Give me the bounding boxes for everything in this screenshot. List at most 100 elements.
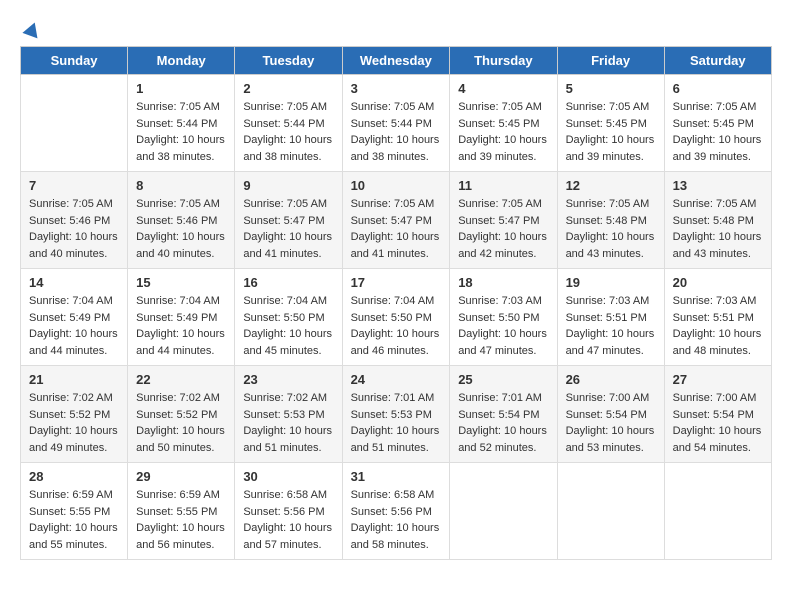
day-info: Sunrise: 7:04 AMSunset: 5:49 PMDaylight:… [136, 293, 226, 359]
day-number: 14 [29, 275, 119, 290]
day-number: 21 [29, 372, 119, 387]
calendar-cell: 16 Sunrise: 7:04 AMSunset: 5:50 PMDaylig… [235, 269, 342, 366]
day-number: 2 [243, 81, 333, 96]
day-number: 8 [136, 178, 226, 193]
calendar-cell: 31 Sunrise: 6:58 AMSunset: 5:56 PMDaylig… [342, 463, 450, 560]
day-number: 6 [673, 81, 763, 96]
calendar-cell: 9 Sunrise: 7:05 AMSunset: 5:47 PMDayligh… [235, 172, 342, 269]
day-info: Sunrise: 7:04 AMSunset: 5:50 PMDaylight:… [351, 293, 442, 359]
calendar-cell: 14 Sunrise: 7:04 AMSunset: 5:49 PMDaylig… [21, 269, 128, 366]
day-number: 20 [673, 275, 763, 290]
day-number: 19 [566, 275, 656, 290]
day-number: 30 [243, 469, 333, 484]
day-number: 22 [136, 372, 226, 387]
header [20, 20, 772, 36]
calendar-cell: 13 Sunrise: 7:05 AMSunset: 5:48 PMDaylig… [664, 172, 771, 269]
day-info: Sunrise: 7:05 AMSunset: 5:48 PMDaylight:… [566, 196, 656, 262]
day-info: Sunrise: 7:05 AMSunset: 5:46 PMDaylight:… [136, 196, 226, 262]
logo-arrow-icon [22, 20, 42, 40]
day-info: Sunrise: 7:03 AMSunset: 5:51 PMDaylight:… [673, 293, 763, 359]
week-row-4: 21 Sunrise: 7:02 AMSunset: 5:52 PMDaylig… [21, 366, 772, 463]
calendar-cell [557, 463, 664, 560]
day-info: Sunrise: 7:02 AMSunset: 5:52 PMDaylight:… [29, 390, 119, 456]
day-info: Sunrise: 7:05 AMSunset: 5:47 PMDaylight:… [351, 196, 442, 262]
calendar-cell: 6 Sunrise: 7:05 AMSunset: 5:45 PMDayligh… [664, 75, 771, 172]
day-info: Sunrise: 7:02 AMSunset: 5:53 PMDaylight:… [243, 390, 333, 456]
day-number: 9 [243, 178, 333, 193]
calendar-cell [664, 463, 771, 560]
day-number: 7 [29, 178, 119, 193]
day-info: Sunrise: 7:04 AMSunset: 5:49 PMDaylight:… [29, 293, 119, 359]
week-row-3: 14 Sunrise: 7:04 AMSunset: 5:49 PMDaylig… [21, 269, 772, 366]
day-info: Sunrise: 7:00 AMSunset: 5:54 PMDaylight:… [673, 390, 763, 456]
day-number: 11 [458, 178, 548, 193]
calendar-cell: 12 Sunrise: 7:05 AMSunset: 5:48 PMDaylig… [557, 172, 664, 269]
day-number: 16 [243, 275, 333, 290]
day-info: Sunrise: 7:05 AMSunset: 5:44 PMDaylight:… [136, 99, 226, 165]
calendar-cell: 28 Sunrise: 6:59 AMSunset: 5:55 PMDaylig… [21, 463, 128, 560]
day-number: 28 [29, 469, 119, 484]
day-number: 25 [458, 372, 548, 387]
week-row-2: 7 Sunrise: 7:05 AMSunset: 5:46 PMDayligh… [21, 172, 772, 269]
header-day-tuesday: Tuesday [235, 47, 342, 75]
day-info: Sunrise: 7:05 AMSunset: 5:44 PMDaylight:… [351, 99, 442, 165]
header-day-saturday: Saturday [664, 47, 771, 75]
day-info: Sunrise: 6:59 AMSunset: 5:55 PMDaylight:… [29, 487, 119, 553]
calendar-cell [450, 463, 557, 560]
header-day-monday: Monday [128, 47, 235, 75]
day-number: 23 [243, 372, 333, 387]
calendar-cell: 29 Sunrise: 6:59 AMSunset: 5:55 PMDaylig… [128, 463, 235, 560]
week-row-5: 28 Sunrise: 6:59 AMSunset: 5:55 PMDaylig… [21, 463, 772, 560]
calendar-cell: 3 Sunrise: 7:05 AMSunset: 5:44 PMDayligh… [342, 75, 450, 172]
calendar-body: 1 Sunrise: 7:05 AMSunset: 5:44 PMDayligh… [21, 75, 772, 560]
calendar-cell: 30 Sunrise: 6:58 AMSunset: 5:56 PMDaylig… [235, 463, 342, 560]
day-info: Sunrise: 6:59 AMSunset: 5:55 PMDaylight:… [136, 487, 226, 553]
calendar-cell: 25 Sunrise: 7:01 AMSunset: 5:54 PMDaylig… [450, 366, 557, 463]
day-info: Sunrise: 7:05 AMSunset: 5:46 PMDaylight:… [29, 196, 119, 262]
calendar-cell: 21 Sunrise: 7:02 AMSunset: 5:52 PMDaylig… [21, 366, 128, 463]
calendar-cell: 24 Sunrise: 7:01 AMSunset: 5:53 PMDaylig… [342, 366, 450, 463]
day-info: Sunrise: 7:03 AMSunset: 5:50 PMDaylight:… [458, 293, 548, 359]
day-number: 1 [136, 81, 226, 96]
calendar-cell: 7 Sunrise: 7:05 AMSunset: 5:46 PMDayligh… [21, 172, 128, 269]
day-number: 27 [673, 372, 763, 387]
calendar-cell: 2 Sunrise: 7:05 AMSunset: 5:44 PMDayligh… [235, 75, 342, 172]
day-number: 31 [351, 469, 442, 484]
calendar-cell: 23 Sunrise: 7:02 AMSunset: 5:53 PMDaylig… [235, 366, 342, 463]
day-info: Sunrise: 7:01 AMSunset: 5:53 PMDaylight:… [351, 390, 442, 456]
header-day-wednesday: Wednesday [342, 47, 450, 75]
calendar-cell: 11 Sunrise: 7:05 AMSunset: 5:47 PMDaylig… [450, 172, 557, 269]
day-info: Sunrise: 7:05 AMSunset: 5:48 PMDaylight:… [673, 196, 763, 262]
day-number: 10 [351, 178, 442, 193]
day-number: 18 [458, 275, 548, 290]
calendar-cell: 8 Sunrise: 7:05 AMSunset: 5:46 PMDayligh… [128, 172, 235, 269]
calendar-cell: 19 Sunrise: 7:03 AMSunset: 5:51 PMDaylig… [557, 269, 664, 366]
header-day-thursday: Thursday [450, 47, 557, 75]
day-info: Sunrise: 7:03 AMSunset: 5:51 PMDaylight:… [566, 293, 656, 359]
header-row: SundayMondayTuesdayWednesdayThursdayFrid… [21, 47, 772, 75]
calendar-cell: 5 Sunrise: 7:05 AMSunset: 5:45 PMDayligh… [557, 75, 664, 172]
calendar-cell: 4 Sunrise: 7:05 AMSunset: 5:45 PMDayligh… [450, 75, 557, 172]
calendar-cell: 15 Sunrise: 7:04 AMSunset: 5:49 PMDaylig… [128, 269, 235, 366]
calendar-cell: 17 Sunrise: 7:04 AMSunset: 5:50 PMDaylig… [342, 269, 450, 366]
calendar-cell [21, 75, 128, 172]
calendar-cell: 26 Sunrise: 7:00 AMSunset: 5:54 PMDaylig… [557, 366, 664, 463]
day-number: 12 [566, 178, 656, 193]
day-number: 4 [458, 81, 548, 96]
calendar-cell: 1 Sunrise: 7:05 AMSunset: 5:44 PMDayligh… [128, 75, 235, 172]
day-info: Sunrise: 7:05 AMSunset: 5:47 PMDaylight:… [458, 196, 548, 262]
day-number: 15 [136, 275, 226, 290]
day-number: 26 [566, 372, 656, 387]
week-row-1: 1 Sunrise: 7:05 AMSunset: 5:44 PMDayligh… [21, 75, 772, 172]
day-info: Sunrise: 7:02 AMSunset: 5:52 PMDaylight:… [136, 390, 226, 456]
day-info: Sunrise: 7:05 AMSunset: 5:45 PMDaylight:… [566, 99, 656, 165]
day-info: Sunrise: 7:04 AMSunset: 5:50 PMDaylight:… [243, 293, 333, 359]
calendar-cell: 22 Sunrise: 7:02 AMSunset: 5:52 PMDaylig… [128, 366, 235, 463]
day-number: 24 [351, 372, 442, 387]
day-number: 17 [351, 275, 442, 290]
day-info: Sunrise: 7:00 AMSunset: 5:54 PMDaylight:… [566, 390, 656, 456]
day-info: Sunrise: 7:05 AMSunset: 5:47 PMDaylight:… [243, 196, 333, 262]
calendar-table: SundayMondayTuesdayWednesdayThursdayFrid… [20, 46, 772, 560]
calendar-cell: 18 Sunrise: 7:03 AMSunset: 5:50 PMDaylig… [450, 269, 557, 366]
day-number: 13 [673, 178, 763, 193]
